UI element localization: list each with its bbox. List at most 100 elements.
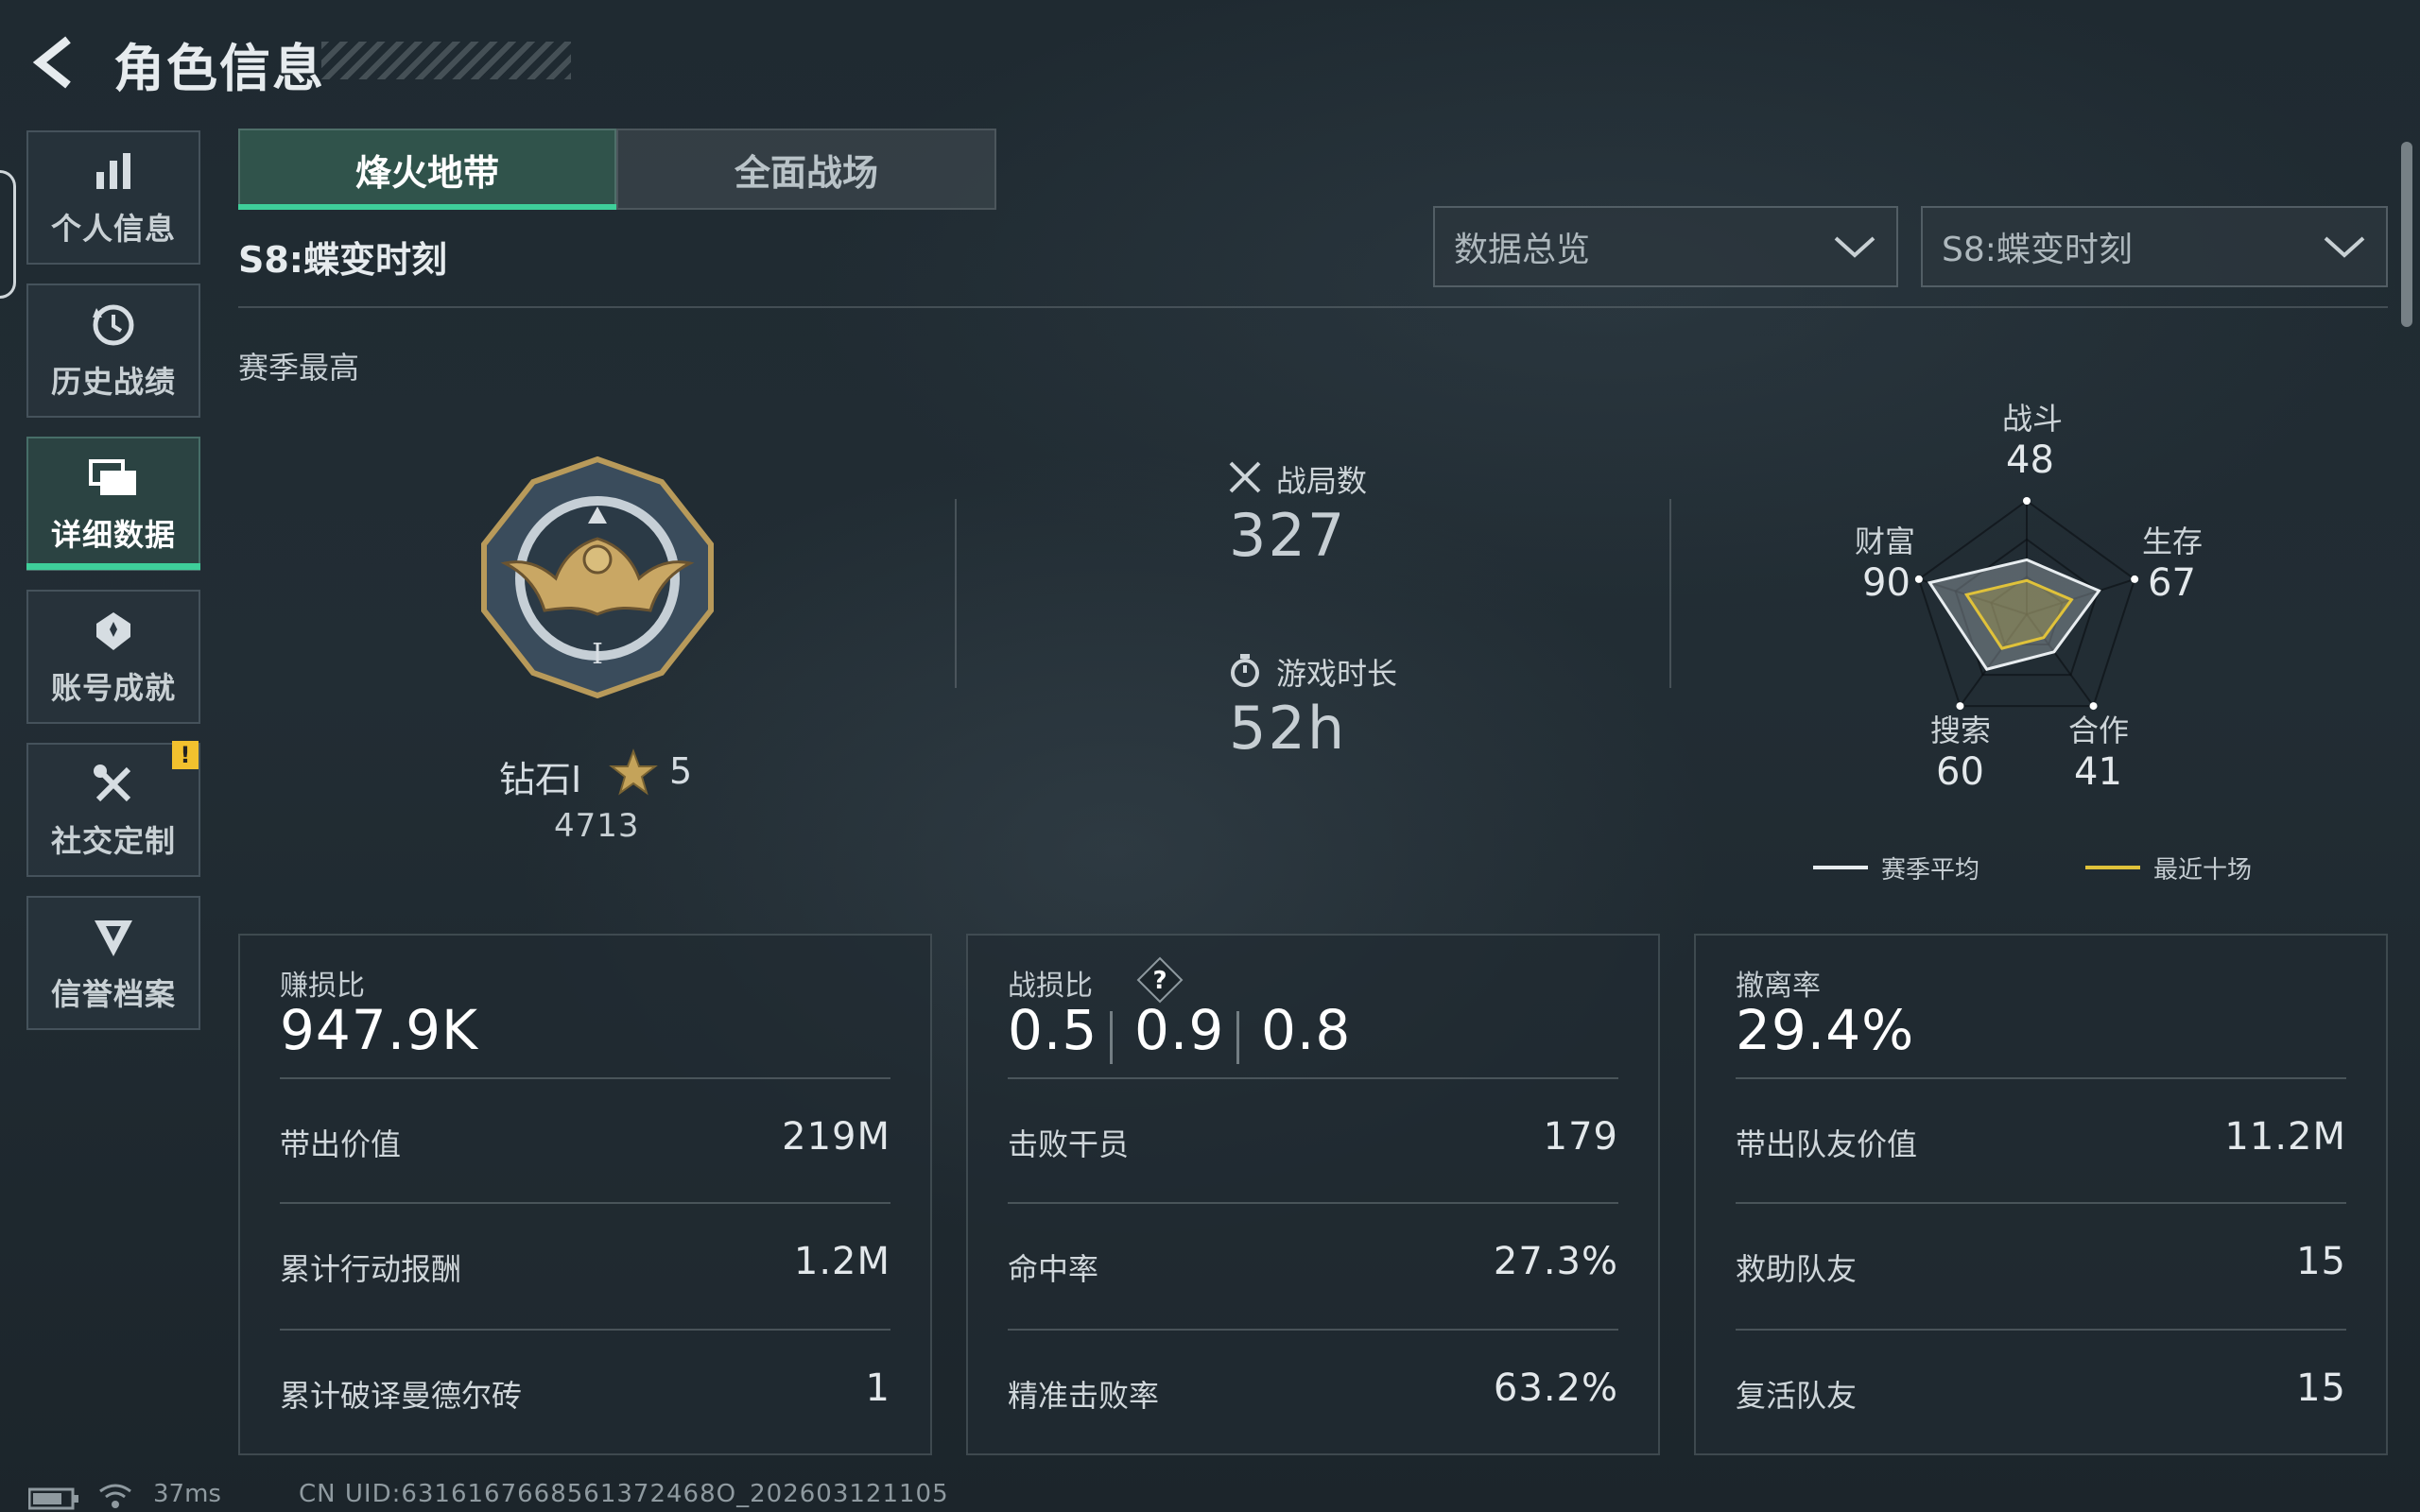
- stat-row-label: 救助队友: [1736, 1251, 1858, 1287]
- divider: [280, 1329, 890, 1331]
- card-combat: 战损比 ? 0.5 0.9 0.8 击败干员 179 命中率 27.3% 精准击…: [966, 934, 1660, 1455]
- legend-label: 最近十场: [2153, 856, 2253, 885]
- divider: [1736, 1077, 2346, 1079]
- card-profit: 赚损比 947.9K 带出价值 219M 累计行动报酬 1.2M 累计破译曼德尔…: [238, 934, 932, 1455]
- nav-label: 信誉档案: [50, 976, 176, 1012]
- wifi-icon: [99, 1484, 131, 1508]
- tab-active-indicator: [238, 204, 616, 210]
- rank-name: 钻石Ⅰ: [499, 759, 582, 800]
- rank-medal-icon: I: [481, 455, 714, 699]
- nav-label: 账号成就: [50, 670, 176, 706]
- divider: [1008, 1202, 1618, 1204]
- divider: [955, 499, 957, 688]
- radar-axis-value: 41: [2074, 750, 2122, 794]
- nav-item-personal-info[interactable]: 个人信息: [26, 130, 200, 265]
- help-icon[interactable]: ?: [1136, 956, 1184, 1004]
- stat-row-value: 1.2M: [793, 1240, 890, 1283]
- legend-swatch-season-average: [1813, 866, 1868, 869]
- radar-axis-value: 90: [1862, 561, 1910, 605]
- stat-row-value: 219M: [782, 1115, 890, 1159]
- stat-row-value: 15: [2296, 1240, 2346, 1283]
- divider: [1236, 1011, 1239, 1064]
- chevron-down-icon: [2324, 236, 2365, 258]
- radar-axis-dot: [1914, 575, 1923, 583]
- kd-value-1: 0.5: [1008, 998, 1098, 1062]
- divider: [1669, 499, 1671, 688]
- history-clock-icon: [88, 300, 139, 351]
- page-title: 角色信息: [113, 39, 325, 98]
- tab-all-out-war[interactable]: 全面战场: [616, 129, 996, 210]
- section-label-season-best: 赛季最高: [238, 350, 360, 386]
- side-drawer-handle[interactable]: [0, 170, 16, 299]
- legend-swatch-recent-ten: [2085, 866, 2140, 869]
- divider: [1008, 1077, 1618, 1079]
- radar-axis-value: 67: [2148, 561, 2196, 605]
- stat-row-label: 击败干员: [1008, 1126, 1130, 1162]
- shield-credit-icon: [88, 912, 139, 963]
- nav-label: 个人信息: [50, 211, 176, 247]
- stat-row-label: 命中率: [1008, 1251, 1099, 1287]
- back-arrow-icon[interactable]: [26, 34, 83, 91]
- card-extraction: 撤离率 29.4% 带出队友价值 11.2M 救助队友 15 复活队友 15: [1694, 934, 2388, 1455]
- nav-item-detail-data[interactable]: 详细数据: [26, 437, 200, 571]
- divider: [280, 1077, 890, 1079]
- rank-score: 4713: [554, 807, 640, 845]
- stat-row-value: 1: [865, 1366, 890, 1410]
- crossed-swords-icon: [1229, 461, 1261, 493]
- stat-row-value: 179: [1543, 1115, 1618, 1159]
- view-dropdown[interactable]: 数据总览: [1433, 206, 1898, 287]
- title-decoration: [321, 42, 571, 79]
- kd-value-3: 0.8: [1261, 998, 1352, 1062]
- stat-row-value: 63.2%: [1493, 1366, 1618, 1410]
- radar-axis-dot: [2023, 497, 2031, 505]
- nav-item-history[interactable]: 历史战绩: [26, 284, 200, 418]
- matches-label: 战局数: [1276, 463, 1368, 499]
- stat-row-value: 15: [2296, 1366, 2346, 1410]
- card-value: 29.4%: [1736, 998, 1915, 1062]
- stat-row-label: 复活队友: [1736, 1378, 1858, 1414]
- divider: [280, 1202, 890, 1204]
- radar-axis-value: 48: [2006, 438, 2054, 482]
- bar-chart-icon: [88, 146, 139, 198]
- svg-text:I: I: [592, 638, 603, 671]
- radar-axis-dot: [2131, 575, 2139, 583]
- radar-axis-label: 战斗: [2002, 401, 2064, 437]
- card-value: 947.9K: [280, 998, 479, 1062]
- folder-icon: [88, 453, 139, 504]
- star-icon: [609, 748, 658, 796]
- stat-row-label: 精准击败率: [1008, 1378, 1160, 1414]
- stat-row-value: 11.2M: [2224, 1115, 2346, 1159]
- svg-text:?: ?: [1152, 967, 1167, 995]
- kd-value-2: 0.9: [1134, 998, 1225, 1062]
- matches-value: 327: [1229, 501, 1347, 570]
- play-time-label: 游戏时长: [1276, 656, 1398, 692]
- season-dropdown[interactable]: S8:蝶变时刻: [1921, 206, 2388, 287]
- divider: [1736, 1202, 2346, 1204]
- view-dropdown-value: 数据总览: [1454, 231, 1591, 269]
- scrollbar[interactable]: [2401, 142, 2412, 327]
- rank-star-count: 5: [669, 750, 693, 792]
- season-title: S8:蝶变时刻: [238, 239, 448, 281]
- battery-icon: [28, 1487, 78, 1510]
- radar-axis-label: 生存: [2142, 524, 2204, 559]
- stat-row-value: 27.3%: [1493, 1240, 1618, 1283]
- tab-beacon-zone[interactable]: 烽火地带: [238, 129, 616, 210]
- legend-label: 赛季平均: [1881, 856, 1980, 885]
- play-time-value: 52h: [1229, 694, 1347, 763]
- stopwatch-icon: [1231, 654, 1259, 687]
- nav-label: 历史战绩: [50, 364, 176, 400]
- stat-row-label: 带出价值: [280, 1126, 402, 1162]
- user-uid: CN UID:6316167668561372468O_202603121105: [299, 1480, 949, 1508]
- achievement-icon: [88, 606, 139, 657]
- nav-item-achievements[interactable]: 账号成就: [26, 590, 200, 724]
- divider: [1008, 1329, 1618, 1331]
- radar-axis-value: 60: [1936, 750, 1984, 794]
- divider: [238, 306, 2388, 308]
- radar-axis-label: 搜索: [1930, 713, 1992, 748]
- stat-row-label: 带出队友价值: [1736, 1126, 1918, 1162]
- ability-radar-chart: [1914, 497, 2139, 711]
- notification-badge: !: [172, 741, 199, 769]
- nav-label: 详细数据: [50, 517, 176, 553]
- nav-item-credit-record[interactable]: 信誉档案: [26, 896, 200, 1030]
- nav-label: 社交定制: [50, 823, 176, 859]
